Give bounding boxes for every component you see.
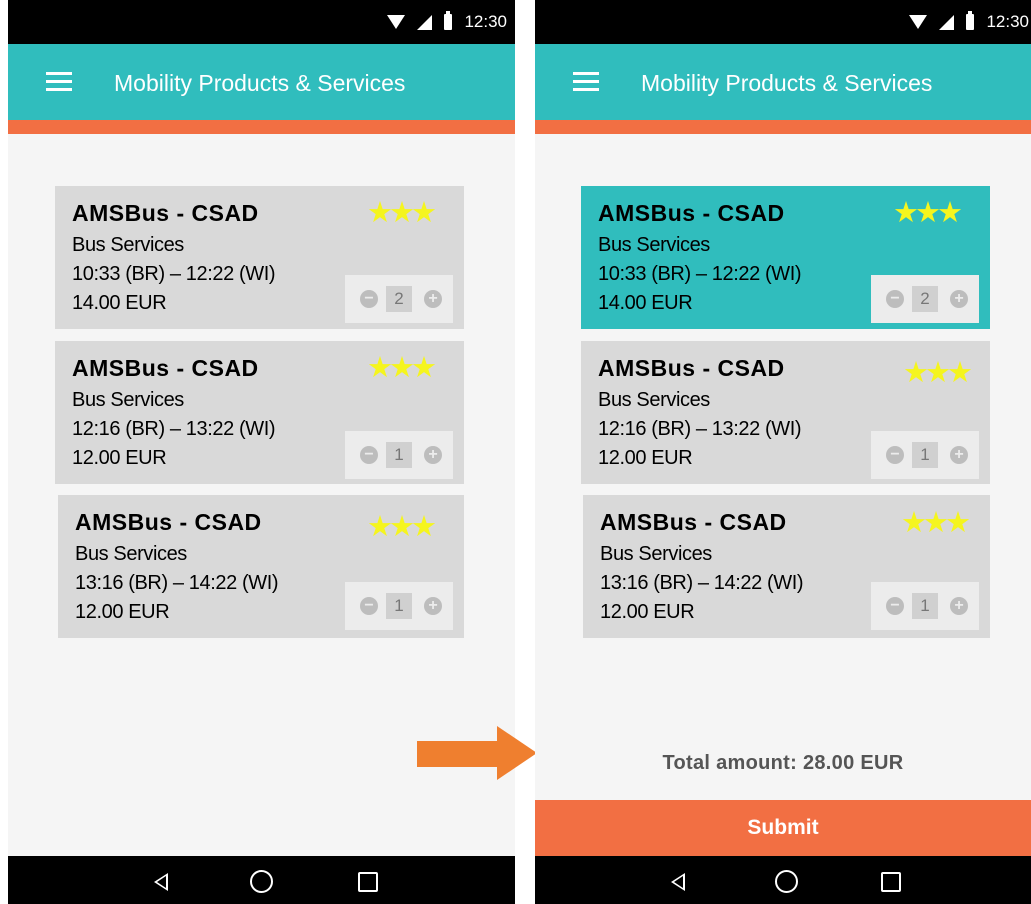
decrement-button[interactable]: − (360, 446, 378, 464)
card-time: 10:33 (BR) – 12:22 (WI) (598, 263, 802, 285)
increment-button[interactable]: + (950, 446, 968, 464)
status-time: 12:30 (464, 12, 507, 31)
wifi-icon (909, 15, 928, 29)
decrement-button[interactable]: − (886, 290, 904, 308)
card-category: Bus Services (598, 389, 710, 411)
app-bar: Mobility Products & Services (535, 44, 1031, 120)
increment-button[interactable]: + (424, 597, 442, 615)
quantity-stepper: − 1 + (345, 582, 453, 630)
quantity-stepper: − 2 + (345, 275, 453, 323)
phone-screen-after: 12:30 Mobility Products & Services AMSBu… (535, 0, 1031, 904)
card-title: AMSBus - CSAD (72, 200, 259, 226)
rating-stars: ★★★ (903, 357, 973, 389)
card-price: 12.00 EUR (600, 601, 695, 623)
accent-strip (535, 120, 1031, 134)
decrement-button[interactable]: − (360, 290, 378, 308)
card-price: 12.00 EUR (598, 447, 693, 469)
submit-button[interactable]: Submit (535, 800, 1031, 856)
app-bar: Mobility Products & Services (8, 44, 515, 120)
card-price: 14.00 EUR (598, 292, 693, 314)
card-category: Bus Services (72, 389, 184, 411)
rating-stars: ★★★ (893, 197, 963, 229)
quantity-value: 1 (912, 442, 938, 468)
quantity-value: 1 (386, 442, 412, 468)
service-card[interactable]: AMSBus - CSAD Bus Services 12:16 (BR) – … (55, 341, 464, 484)
quantity-value: 2 (386, 286, 412, 312)
card-title: AMSBus - CSAD (598, 200, 785, 226)
signal-icon (939, 14, 955, 30)
card-time: 13:16 (BR) – 14:22 (WI) (75, 572, 279, 594)
card-title: AMSBus - CSAD (598, 355, 785, 381)
battery-icon (444, 11, 453, 30)
increment-button[interactable]: + (424, 446, 442, 464)
card-category: Bus Services (72, 234, 184, 256)
transition-arrow-icon (417, 726, 537, 780)
back-icon[interactable] (671, 873, 685, 891)
service-card[interactable]: AMSBus - CSAD Bus Services 10:33 (BR) – … (55, 186, 464, 329)
card-category: Bus Services (600, 543, 712, 565)
card-time: 12:16 (BR) – 13:22 (WI) (598, 418, 802, 440)
card-time: 13:16 (BR) – 14:22 (WI) (600, 572, 804, 594)
home-icon[interactable] (775, 870, 798, 893)
quantity-value: 1 (386, 593, 412, 619)
quantity-stepper: − 1 + (871, 431, 979, 479)
navigation-bar (535, 856, 1031, 904)
card-category: Bus Services (75, 543, 187, 565)
card-title: AMSBus - CSAD (75, 509, 262, 535)
total-amount: Total amount: 28.00 EUR (662, 752, 904, 774)
quantity-stepper: − 2 + (871, 275, 979, 323)
card-category: Bus Services (598, 234, 710, 256)
quantity-stepper: − 1 + (871, 582, 979, 630)
service-card[interactable]: AMSBus - CSAD Bus Services 13:16 (BR) – … (58, 495, 464, 638)
status-bar: 12:30 (535, 0, 1031, 44)
service-card-selected[interactable]: AMSBus - CSAD Bus Services 10:33 (BR) – … (581, 186, 990, 329)
increment-button[interactable]: + (424, 290, 442, 308)
quantity-value: 1 (912, 593, 938, 619)
rating-stars: ★★★ (901, 507, 971, 539)
increment-button[interactable]: + (950, 290, 968, 308)
menu-icon[interactable] (46, 72, 72, 92)
decrement-button[interactable]: − (886, 597, 904, 615)
quantity-value: 2 (912, 286, 938, 312)
rating-stars: ★★★ (367, 511, 437, 543)
wifi-icon (387, 15, 406, 29)
service-card[interactable]: AMSBus - CSAD Bus Services 12:16 (BR) – … (581, 341, 990, 484)
accent-strip (8, 120, 515, 134)
service-card[interactable]: AMSBus - CSAD Bus Services 13:16 (BR) – … (583, 495, 990, 638)
quantity-stepper: − 1 + (345, 431, 453, 479)
card-title: AMSBus - CSAD (72, 355, 259, 381)
back-icon[interactable] (154, 873, 168, 891)
decrement-button[interactable]: − (886, 446, 904, 464)
recents-icon[interactable] (358, 872, 378, 892)
card-time: 10:33 (BR) – 12:22 (WI) (72, 263, 276, 285)
app-title: Mobility Products & Services (114, 70, 406, 96)
card-time: 12:16 (BR) – 13:22 (WI) (72, 418, 276, 440)
menu-icon[interactable] (573, 72, 599, 92)
card-price: 14.00 EUR (72, 292, 167, 314)
card-price: 12.00 EUR (75, 601, 170, 623)
status-bar: 12:30 (8, 0, 515, 44)
recents-icon[interactable] (881, 872, 901, 892)
status-time: 12:30 (986, 12, 1029, 31)
rating-stars: ★★★ (367, 352, 437, 384)
battery-icon (966, 11, 975, 30)
home-icon[interactable] (250, 870, 273, 893)
signal-icon (417, 14, 433, 30)
app-title: Mobility Products & Services (641, 70, 933, 96)
rating-stars: ★★★ (367, 197, 437, 229)
decrement-button[interactable]: − (360, 597, 378, 615)
card-title: AMSBus - CSAD (600, 509, 787, 535)
increment-button[interactable]: + (950, 597, 968, 615)
card-price: 12.00 EUR (72, 447, 167, 469)
navigation-bar (8, 856, 515, 904)
